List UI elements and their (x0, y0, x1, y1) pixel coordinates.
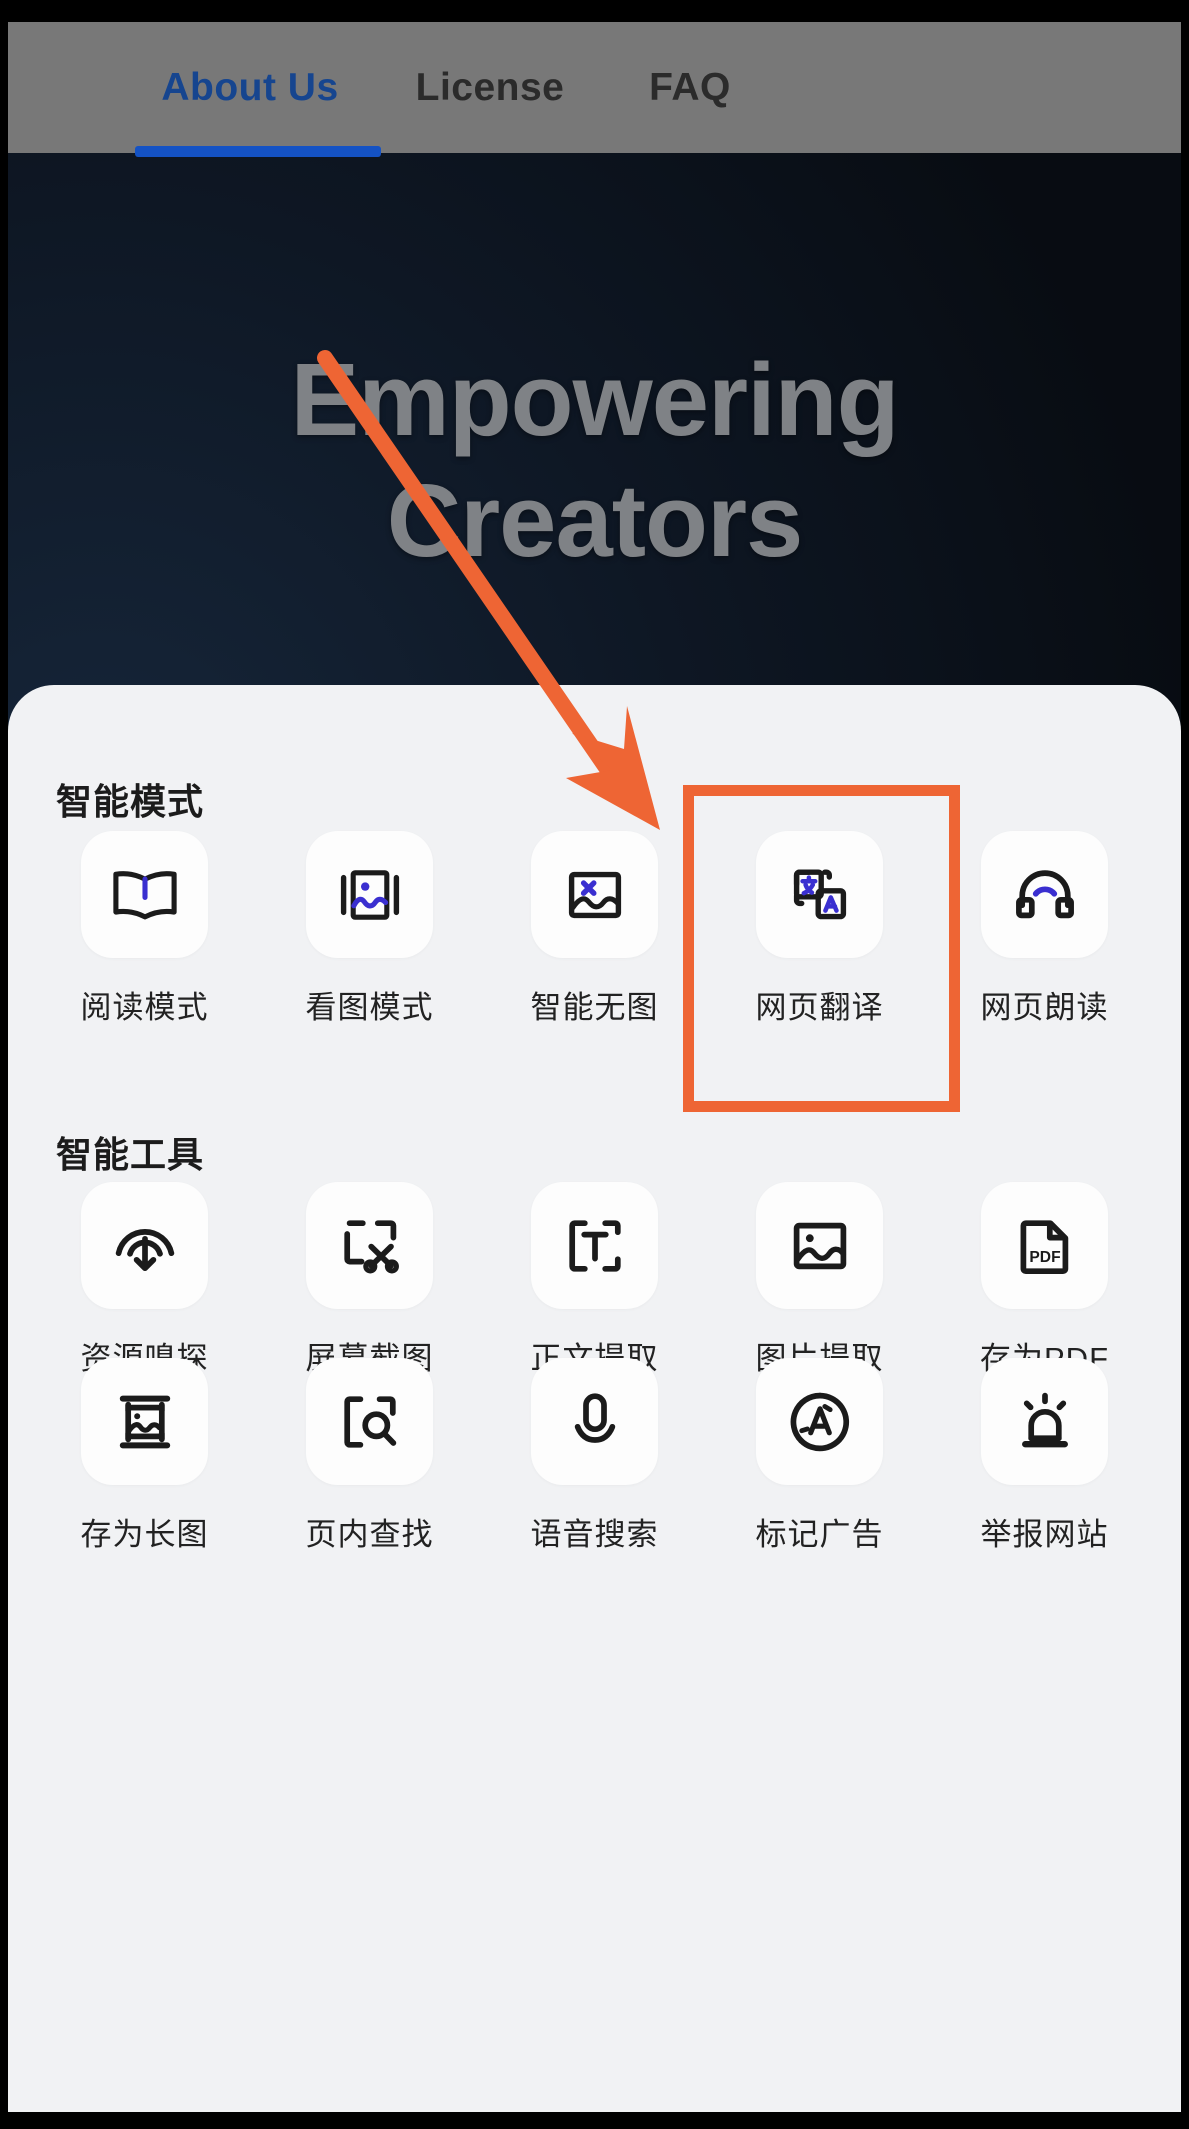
tool-item-mark-ads[interactable]: 标记广告 (707, 1358, 932, 1554)
alarm-siren-icon (1021, 1392, 1068, 1447)
tool-tile[interactable] (306, 1182, 433, 1309)
section-title-smart-mode: 智能模式 (56, 781, 205, 822)
image-off-icon (568, 871, 621, 918)
svg-text:PDF: PDF (1029, 1249, 1060, 1266)
tool-tile[interactable] (531, 1182, 658, 1309)
tool-tile[interactable] (81, 1358, 208, 1485)
tool-item-find-in-page[interactable]: 页内查找 (257, 1358, 482, 1554)
image-view-icon (340, 869, 399, 920)
highlight-box-web-translate (683, 785, 960, 1112)
tool-tile[interactable] (756, 1182, 883, 1309)
tool-item-save-as-pdf[interactable]: PDF 存为PDF (932, 1182, 1157, 1378)
tool-item-report-website[interactable]: 举报网站 (932, 1358, 1157, 1554)
tab-about-us-label: About Us (161, 65, 339, 109)
circle-a-ad-icon (790, 1392, 849, 1451)
tab-active-underline (135, 146, 381, 157)
page-search-icon (343, 1395, 396, 1448)
tool-item-label: 看图模式 (305, 990, 434, 1025)
pdf-file-icon: PDF (1020, 1219, 1068, 1274)
tool-tile[interactable] (306, 1358, 433, 1485)
image-extract-icon (793, 1222, 846, 1269)
text-extract-icon (568, 1219, 621, 1272)
tool-item-web-read-aloud[interactable]: 网页朗读 (932, 831, 1157, 1027)
tool-tile[interactable] (981, 831, 1108, 958)
microphone-icon (574, 1392, 615, 1443)
tool-tile[interactable] (531, 1358, 658, 1485)
tab-license-label: License (415, 65, 565, 109)
tool-item-text-extract[interactable]: 正文提取 (482, 1182, 707, 1378)
tool-item-voice-search[interactable]: 语音搜索 (482, 1358, 707, 1554)
tool-item-screenshot[interactable]: 屏幕截图 (257, 1182, 482, 1378)
tab-about-us[interactable]: About Us (127, 22, 373, 153)
section-title-smart-tools: 智能工具 (56, 1134, 205, 1175)
tool-item-resource-sniff[interactable]: 资源嗅探 (32, 1182, 257, 1378)
tool-tile[interactable]: PDF (981, 1182, 1108, 1309)
hero-title: Empowering Creators (8, 340, 1181, 581)
tab-faq-label: FAQ (649, 65, 731, 109)
site-tab-bar: About Us License FAQ (8, 22, 1181, 157)
tool-tile[interactable] (306, 831, 433, 958)
hero-title-line-2: Creators (386, 462, 804, 578)
tool-item-no-image[interactable]: 智能无图 (482, 831, 707, 1027)
site-tabs: About Us License FAQ (8, 22, 1181, 153)
tab-license[interactable]: License (395, 22, 585, 153)
smart-tools-grid-row-1: 资源嗅探 屏幕截图 (32, 1182, 1157, 1378)
tool-item-save-long-image[interactable]: 存为长图 (32, 1358, 257, 1554)
tool-item-label: 举报网站 (980, 1517, 1109, 1552)
tab-faq[interactable]: FAQ (615, 22, 765, 153)
tool-item-label: 页内查找 (305, 1517, 434, 1552)
tool-tile[interactable] (531, 831, 658, 958)
tool-item-label: 语音搜索 (530, 1517, 659, 1552)
tools-bottom-sheet: 智能模式 阅读模式 看图模式 智能无图 网页翻译 网页朗读 智能工具 PDF 存… (8, 685, 1181, 2112)
smart-tools-grid-row-2: 存为长图 页内查找 语音搜索 标记广告 举报网站 (32, 1358, 1157, 1554)
long-image-icon (119, 1395, 170, 1448)
headphones-icon (1015, 869, 1074, 918)
hero-title-line-1: Empowering (290, 342, 899, 457)
tool-tile[interactable] (81, 1182, 208, 1309)
tool-tile[interactable] (756, 1358, 883, 1485)
scissors-crop-icon (343, 1219, 399, 1273)
tool-item-label: 阅读模式 (80, 990, 209, 1025)
tool-item-label: 标记广告 (755, 1517, 884, 1552)
book-open-icon (112, 870, 177, 919)
tool-item-label: 存为长图 (80, 1517, 209, 1552)
tool-item-label: 智能无图 (530, 990, 659, 1025)
sniff-download-icon (115, 1228, 174, 1271)
tool-item-image-extract[interactable]: 图片提取 (707, 1182, 932, 1378)
tool-item-label: 网页朗读 (980, 990, 1109, 1025)
tool-tile[interactable] (981, 1358, 1108, 1485)
smart-mode-grid: 阅读模式 看图模式 智能无图 网页翻译 网页朗读 (32, 831, 1157, 1027)
screenshot-frame: About Us License FAQ Empowering Creators… (0, 0, 1189, 2129)
tool-tile[interactable] (81, 831, 208, 958)
tool-item-reading-mode[interactable]: 阅读模式 (32, 831, 257, 1027)
tool-item-image-mode[interactable]: 看图模式 (257, 831, 482, 1027)
